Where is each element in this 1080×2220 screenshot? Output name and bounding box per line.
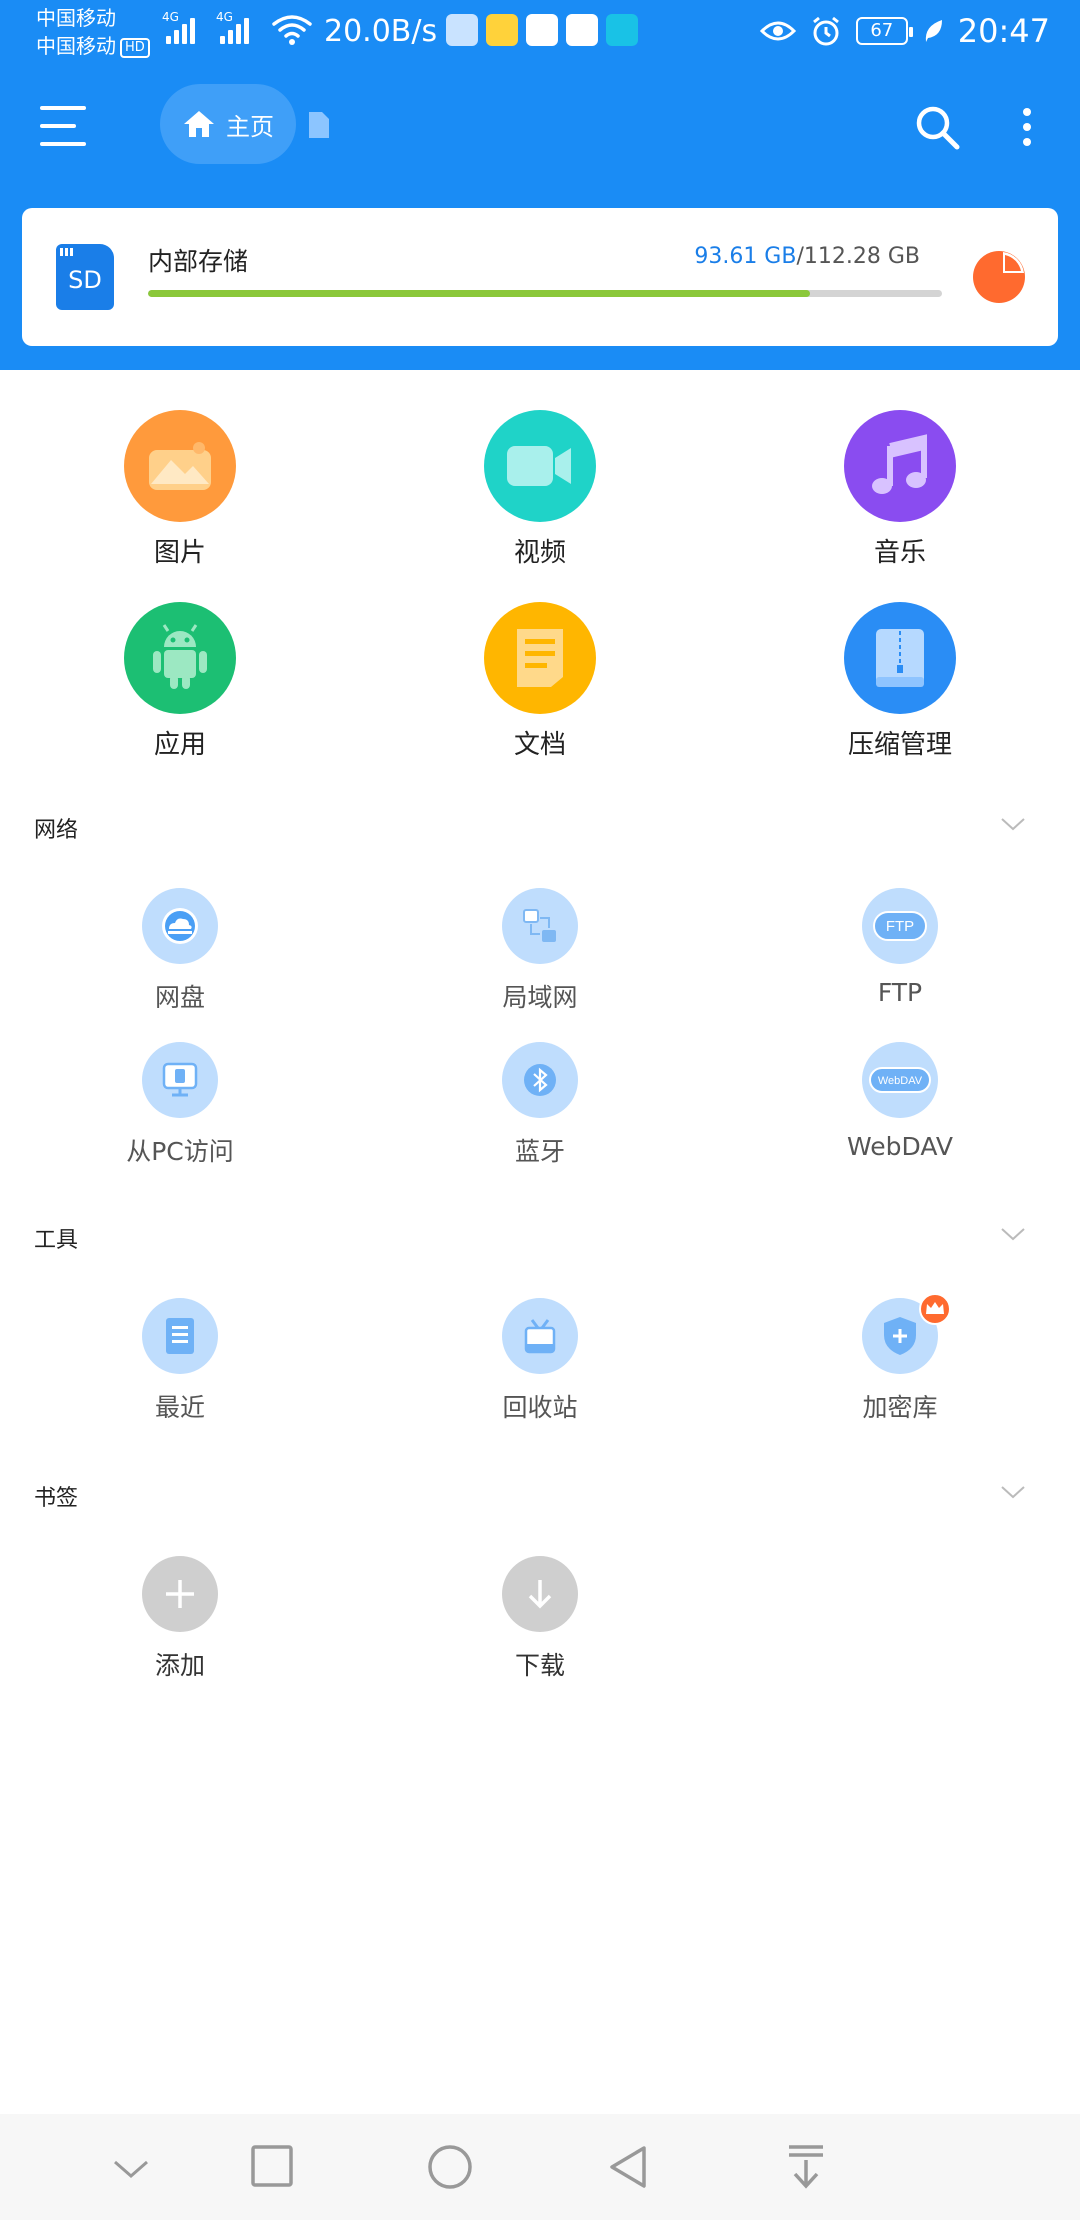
download-icon [502,1556,578,1632]
tool-recycle-bin[interactable]: 回收站 [360,1298,720,1424]
category-music[interactable]: 音乐 [720,410,1080,569]
status-bar: 中国移动 中国移动 HD 4G 4G 20.0B/s 67 20:47 [0,0,1080,66]
app-bar: 主页 SD 内部存储 93.61 GB/112.28 GB [0,66,1080,370]
leaf-icon [925,20,942,42]
alarm-icon [812,16,839,46]
bluetooth-icon [502,1042,578,1118]
music-icon [844,410,956,522]
network-bluetooth[interactable]: 蓝牙 [360,1042,720,1168]
home-tab[interactable]: 主页 [160,84,296,164]
system-navigation-bar [0,2114,1080,2220]
category-apps[interactable]: 应用 [0,602,360,761]
weibo-icon [486,14,518,46]
network-collapse-chevron-icon[interactable] [1000,816,1026,832]
storage-pie-icon[interactable] [972,250,1026,304]
search-icon[interactable] [912,102,962,152]
storage-total: 112.28 GB [803,244,920,269]
browser-app-icon [566,14,598,46]
webdav-icon: WebDAV [862,1042,938,1118]
category-video[interactable]: 视频 [360,410,720,569]
signal-2-icon: 4G [216,10,249,44]
bookmarks-collapse-chevron-icon[interactable] [1000,1484,1026,1500]
menu-button[interactable] [40,106,86,146]
network-lan[interactable]: 局域网 [360,888,720,1014]
network-cloud-drive[interactable]: 网盘 [0,888,360,1014]
tool-recent[interactable]: 最近 [0,1298,360,1424]
chat-app-icon [526,14,558,46]
network-speed: 20.0B/s [324,14,438,49]
file-manager-screen: 中国移动 中国移动 HD 4G 4G 20.0B/s 67 20:47 主页 S… [0,0,1080,2220]
premium-crown-icon [919,1293,951,1325]
network-webdav[interactable]: WebDAV WebDAV [720,1042,1080,1168]
network-ftp[interactable]: FTP FTP [720,888,1080,1014]
home-nav-icon[interactable] [427,2144,473,2190]
document-crumb-icon[interactable] [306,110,332,140]
network-row-1: 网盘 局域网 FTP FTP [0,888,1080,1014]
tools-row: 最近 回收站 加密库 [0,1293,1080,1424]
recent-icon [142,1298,218,1374]
carrier-1: 中国移动 [36,6,116,30]
pc-access-icon [142,1042,218,1118]
bookmarks-section-title: 书签 [34,1486,79,1511]
battery-icon: 67 [855,17,913,45]
recycle-bin-icon [502,1298,578,1374]
video-icon [484,410,596,522]
svg-text:WebDAV: WebDAV [878,1075,923,1087]
wifi-icon [272,15,312,45]
ftp-icon: FTP [862,888,938,964]
recent-apps-icon[interactable] [250,2144,294,2188]
category-row-1: 图片 视频 音乐 [0,410,1080,569]
collapse-down-icon[interactable] [112,2158,150,2180]
svg-text:FTP: FTP [886,918,914,935]
storage-name: 内部存储 [148,247,249,276]
signal-1-icon: 4G [162,10,195,44]
more-options-icon[interactable] [1008,102,1044,152]
carrier-info: 中国移动 中国移动 HD [36,4,150,60]
internal-storage-card[interactable]: SD 内部存储 93.61 GB/112.28 GB [22,208,1058,346]
bookmark-add[interactable]: 添加 [0,1556,360,1682]
network-section-title: 网络 [34,818,79,843]
tools-collapse-chevron-icon[interactable] [1000,1226,1026,1242]
lan-icon [502,888,578,964]
hd-badge: HD [120,38,150,58]
clock: 20:47 [957,12,1050,50]
huawei-store-icon [446,14,478,46]
home-icon [184,111,214,137]
android-icon [124,602,236,714]
image-icon [124,410,236,522]
category-archives[interactable]: 压缩管理 [720,602,1080,761]
bookmarks-row: 添加 下载 [0,1556,1080,1682]
network-pc-access[interactable]: 从PC访问 [0,1042,360,1168]
notification-app-icons [446,14,638,46]
carrier-2: 中国移动 [36,34,116,58]
notification-pulldown-icon[interactable] [786,2144,826,2190]
category-documents[interactable]: 文档 [360,602,720,761]
taptap-icon [606,14,638,46]
cloud-drive-icon [142,888,218,964]
sd-card-icon: SD [56,244,114,310]
archive-icon [844,602,956,714]
vault-icon [862,1293,951,1374]
category-images[interactable]: 图片 [0,410,360,569]
storage-usage: 93.61 GB/112.28 GB [694,244,920,269]
status-right-group: 67 20:47 [759,12,1050,50]
document-icon [484,602,596,714]
storage-progress-bar [148,290,942,297]
eye-comfort-icon [759,21,796,41]
tool-vault[interactable]: 加密库 [720,1293,1080,1424]
bookmark-download[interactable]: 下载 [360,1556,720,1682]
network-row-2: 从PC访问 蓝牙 WebDAV WebDAV [0,1042,1080,1168]
plus-icon [142,1556,218,1632]
home-label: 主页 [226,112,274,141]
tools-section-title: 工具 [34,1228,79,1253]
category-row-2: 应用 文档 压缩管理 [0,602,1080,761]
storage-progress-fill [148,290,811,297]
storage-used: 93.61 GB [694,244,797,269]
back-icon[interactable] [606,2144,650,2190]
